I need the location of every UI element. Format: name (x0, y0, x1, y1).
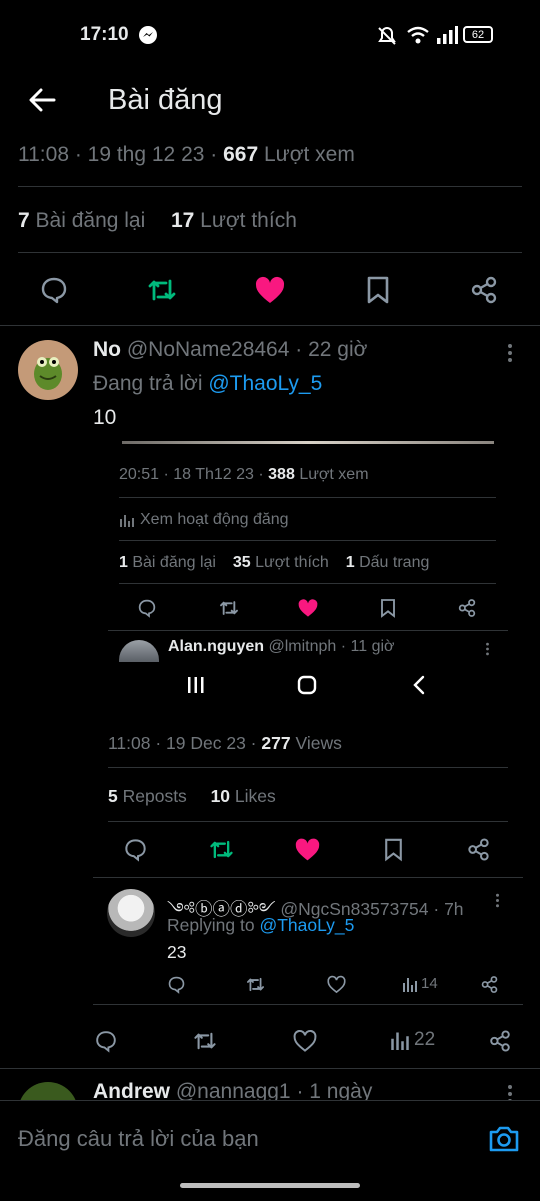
heart-filled-icon (297, 598, 319, 618)
comment-icon (96, 1031, 116, 1053)
frog-avatar-icon (34, 357, 62, 390)
camera-button[interactable] (486, 1122, 522, 1156)
messenger-icon (138, 25, 158, 45)
divider (93, 877, 523, 878)
share-icon (471, 276, 497, 304)
divider (108, 630, 508, 631)
divider (0, 1068, 540, 1069)
divider (108, 767, 508, 768)
share-icon (457, 598, 477, 618)
divider (119, 497, 496, 498)
heart-outline-icon (293, 1029, 317, 1052)
like-button[interactable] (290, 1027, 320, 1055)
divider (18, 186, 522, 187)
inner-reply-views: 14 (402, 975, 438, 992)
embedded-activity-link: Xem hoạt động đăng (119, 511, 289, 529)
status-time: 17:10 (80, 24, 129, 45)
share-button[interactable] (466, 272, 502, 308)
analytics-icon (403, 977, 417, 992)
bookmark-icon (383, 837, 404, 862)
analytics-icon (120, 515, 134, 527)
reply-button[interactable] (92, 1027, 120, 1055)
repost-icon (245, 975, 266, 994)
share-icon (466, 837, 491, 862)
bookmark-icon (367, 276, 389, 304)
inner-post-meta: 11:08 · 19 Dec 23 · 277 Views (108, 733, 342, 753)
battery-icon: 62 (463, 26, 493, 43)
share-icon (480, 975, 499, 994)
repost-icon (218, 598, 240, 618)
reply-text: 10 (93, 406, 117, 429)
comment-icon (167, 975, 186, 994)
mention-link[interactable]: @ThaoLy_5 (208, 372, 322, 395)
replying-to-line: Đang trả lời @ThaoLy_5 (93, 372, 323, 395)
battery-level: 62 (471, 28, 485, 41)
signal-icon (436, 26, 458, 44)
divider (0, 325, 540, 326)
heart-filled-icon (255, 276, 285, 303)
inner-replying-to: Replying to @ThaoLy_5 (167, 915, 355, 935)
repost-button[interactable] (144, 272, 180, 308)
avatar[interactable] (18, 340, 78, 400)
back-button[interactable] (22, 82, 62, 118)
embedded-meta: 20:51 · 18 Th12 23 · 388 Lượt xem (119, 466, 369, 483)
recents-icon (186, 676, 206, 694)
post-meta: 11:08 · 19 thg 12 23 · 667 Lượt xem (18, 143, 355, 167)
repost-button[interactable] (190, 1027, 220, 1055)
more-vertical-icon (495, 893, 500, 908)
reposts-stat[interactable]: 7 Bài đăng lại (18, 209, 145, 232)
reply-button[interactable] (36, 272, 72, 308)
share-button[interactable] (486, 1027, 514, 1055)
more-vertical-icon (508, 344, 512, 362)
comment-icon (41, 277, 67, 304)
post-stats: 7 Bài đăng lại 17 Lượt thích (18, 209, 297, 233)
avatar (119, 640, 159, 662)
reply-author[interactable]: No @NoName28464 · 22 giờ (93, 338, 367, 362)
embedded-stats: 1 Bài đăng lại 35 Lượt thích 1 Dấu trang (119, 554, 430, 571)
comment-icon (123, 837, 148, 862)
inner-post-stats: 5 Reposts 10 Likes (108, 786, 276, 806)
camera-icon (489, 1126, 519, 1152)
divider (108, 821, 508, 822)
divider (119, 583, 496, 584)
divider (18, 252, 522, 253)
analytics-icon (391, 1032, 409, 1050)
wifi-icon (406, 25, 430, 45)
author-name: No (93, 338, 121, 361)
post-views-count: 667 (223, 143, 259, 166)
home-icon (297, 675, 317, 695)
repost-icon (208, 837, 235, 862)
image-strip (122, 441, 494, 444)
home-indicator[interactable] (180, 1183, 360, 1188)
divider (119, 540, 496, 541)
repost-icon (148, 279, 176, 301)
post-views-label: Lượt xem (264, 143, 355, 166)
compose-input[interactable]: Đăng câu trả lời của bạn (18, 1126, 259, 1152)
avatar (107, 889, 155, 937)
divider (93, 1004, 523, 1005)
bookmark-button[interactable] (360, 272, 396, 308)
page-title: Bài đăng (108, 84, 223, 116)
views-button[interactable]: 22 (390, 1029, 435, 1051)
post-timestamp: 11:08 · 19 thg 12 23 · (18, 143, 218, 166)
more-options-button[interactable] (498, 340, 522, 366)
share-icon (490, 1030, 510, 1052)
repost-icon (194, 1032, 216, 1050)
embedded-reply-author: Alan.nguyen @lmitnph · 11 giờ (168, 638, 395, 655)
mute-icon (376, 25, 398, 47)
bookmark-icon (379, 598, 397, 618)
heart-outline-icon (326, 975, 347, 994)
like-button[interactable] (252, 272, 288, 308)
arrow-left-icon (29, 88, 56, 112)
author-handle: @NoName28464 · 22 giờ (126, 338, 368, 361)
heart-filled-icon (294, 837, 321, 862)
comment-icon (137, 598, 157, 618)
back-nav-icon (412, 675, 426, 695)
likes-stat[interactable]: 17 Lượt thích (171, 209, 297, 232)
more-vertical-icon (485, 642, 490, 656)
inner-reply-text: 23 (167, 942, 187, 962)
